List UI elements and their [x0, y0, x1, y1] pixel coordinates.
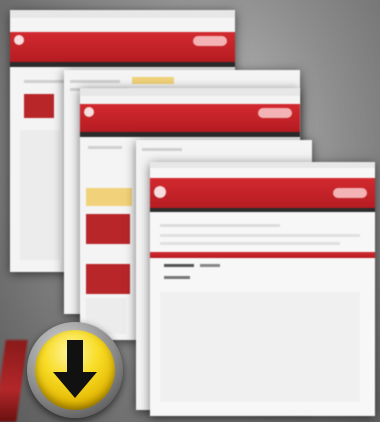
section-bar — [150, 252, 375, 258]
page-header-bar — [10, 32, 235, 62]
text-line — [24, 80, 64, 83]
text-line — [70, 80, 120, 83]
download-badge-face — [35, 330, 115, 410]
thumbnail — [86, 264, 130, 294]
text-line — [164, 264, 194, 267]
sidebar-column — [20, 130, 60, 260]
page-header-bar — [150, 178, 375, 208]
nav-bar — [10, 62, 235, 67]
brand-badge — [193, 36, 227, 46]
download-badge[interactable] — [27, 322, 123, 418]
page-top-strip — [10, 10, 235, 18]
nav-bar — [150, 208, 375, 212]
highlight-block — [132, 77, 174, 84]
highlight-block — [86, 188, 132, 206]
red-edge-accent — [0, 340, 28, 422]
brand-badge — [333, 188, 367, 198]
thumbnail — [24, 94, 54, 118]
page-top-strip — [80, 88, 300, 96]
page-header-bar — [80, 104, 300, 132]
down-arrow-icon — [53, 340, 97, 398]
logo-icon — [14, 35, 24, 45]
logo-icon — [84, 107, 94, 117]
text-line — [160, 242, 340, 245]
text-line — [160, 234, 360, 237]
text-line — [160, 224, 280, 227]
brand-badge — [258, 108, 292, 118]
content-area — [160, 292, 360, 402]
page-top-strip — [150, 162, 375, 168]
logo-icon — [154, 186, 166, 198]
document-page-5 — [150, 162, 375, 416]
text-line — [200, 264, 220, 267]
text-line — [142, 148, 182, 151]
nav-bar — [80, 132, 300, 137]
text-line — [164, 276, 190, 279]
text-line — [88, 146, 122, 149]
thumbnail — [86, 214, 130, 244]
